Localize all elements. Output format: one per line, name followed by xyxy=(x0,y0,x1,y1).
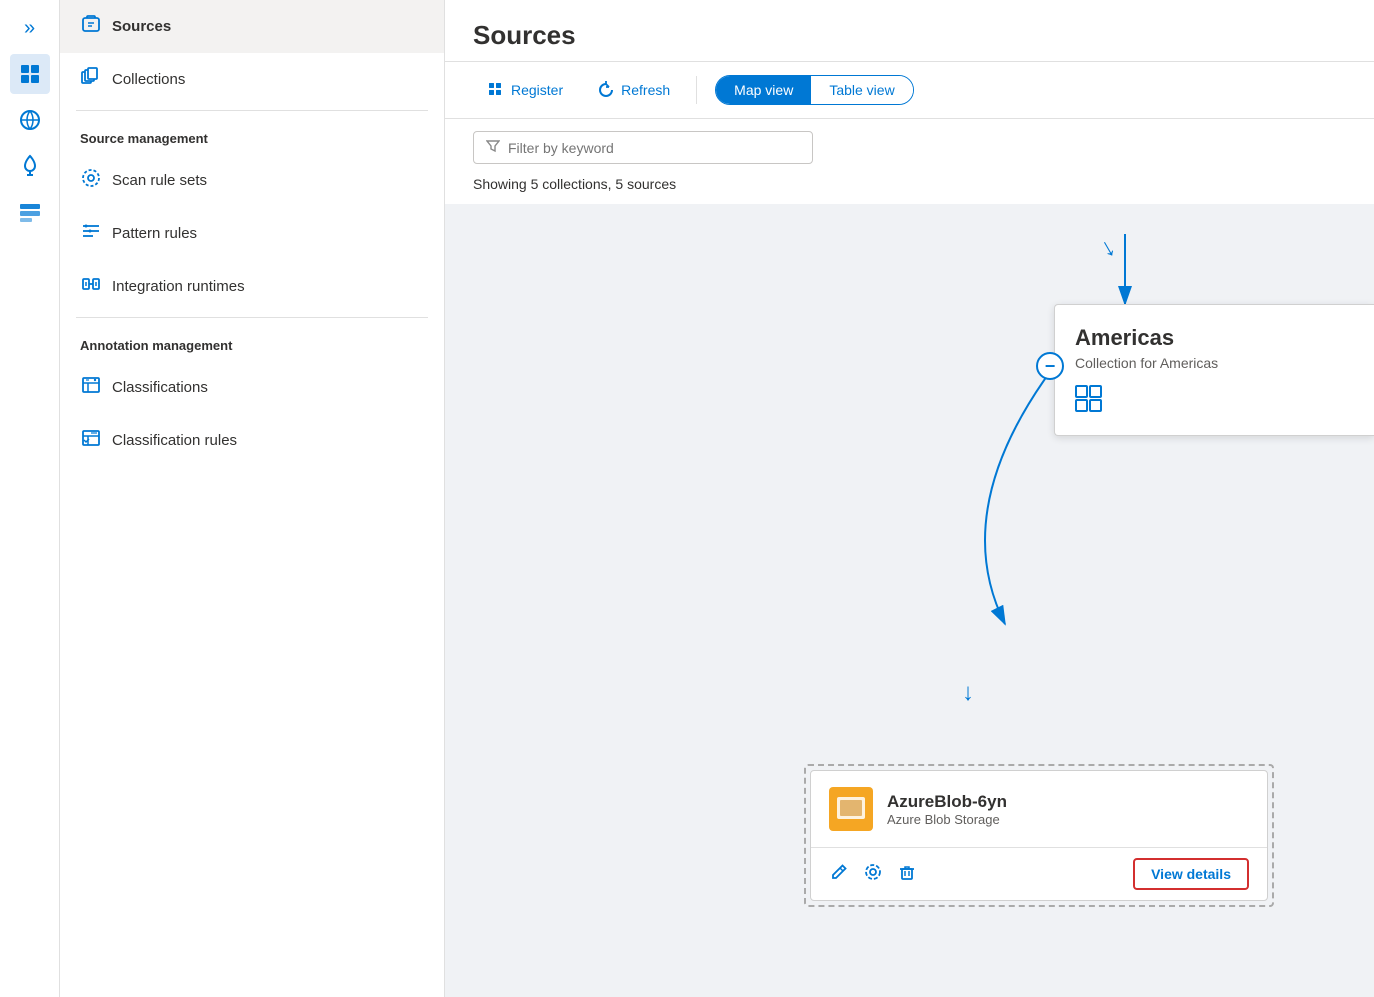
blob-card-type: Azure Blob Storage xyxy=(887,812,1007,827)
filter-row xyxy=(445,119,1374,172)
main-header: Sources xyxy=(445,0,1374,62)
classifications-icon xyxy=(80,375,102,400)
refresh-button[interactable]: Refresh xyxy=(583,74,684,106)
blob-card-actions: View details xyxy=(811,848,1267,900)
blob-card-info: AzureBlob-6yn Azure Blob Storage xyxy=(887,792,1007,827)
left-nav: Sources Collections Source management Sc… xyxy=(60,0,445,997)
nav-collections-label: Collections xyxy=(112,71,185,88)
main-content: Sources Register Refresh Map view xyxy=(445,0,1374,997)
americas-card: Americas Collection for Americas xyxy=(1054,304,1374,436)
connector-arrow-bottom: ↓ xyxy=(962,679,974,707)
nav-classifications-label: Classifications xyxy=(112,379,208,396)
showing-text: Showing 5 collections, 5 sources xyxy=(445,172,1374,204)
filter-input[interactable] xyxy=(508,140,800,156)
data-map-icon-item[interactable] xyxy=(10,100,50,140)
nav-classification-rules[interactable]: Classification rules xyxy=(60,414,444,467)
map-area: ↓ Americas Collection for Americas − ↓ xyxy=(445,204,1374,997)
register-icon xyxy=(487,81,505,99)
collections-icon xyxy=(80,67,102,92)
refresh-icon xyxy=(597,81,615,99)
annotation-management-label: Annotation management xyxy=(60,322,444,361)
register-button[interactable]: Register xyxy=(473,74,577,106)
insights-icon xyxy=(18,154,42,178)
nav-integration-runtimes[interactable]: Integration runtimes xyxy=(60,260,444,313)
insights-icon-item[interactable] xyxy=(10,146,50,186)
catalog-icon xyxy=(18,62,42,86)
blob-card-dashed: AzureBlob-6yn Azure Blob Storage xyxy=(804,764,1274,907)
nav-divider-1 xyxy=(76,110,428,111)
scan-icon[interactable] xyxy=(863,862,883,887)
nav-scan-rule-sets[interactable]: Scan rule sets xyxy=(60,154,444,207)
blob-card-top: AzureBlob-6yn Azure Blob Storage xyxy=(811,771,1267,848)
page-title: Sources xyxy=(473,20,1346,51)
nav-scan-rule-sets-label: Scan rule sets xyxy=(112,172,207,189)
blob-card-name: AzureBlob-6yn xyxy=(887,792,1007,812)
toolbar-divider xyxy=(696,76,697,104)
table-view-button[interactable]: Table view xyxy=(811,76,912,104)
source-management-label: Source management xyxy=(60,115,444,154)
management-icon-item[interactable] xyxy=(10,192,50,232)
classification-rules-icon xyxy=(80,428,102,453)
blob-card-wrap: AzureBlob-6yn Azure Blob Storage xyxy=(804,764,1274,907)
data-map-icon xyxy=(18,108,42,132)
table-view-label: Table view xyxy=(829,82,894,98)
nav-pattern-rules-label: Pattern rules xyxy=(112,225,197,242)
nav-collections[interactable]: Collections xyxy=(60,53,444,106)
edit-icon[interactable] xyxy=(829,862,849,887)
nav-divider-2 xyxy=(76,317,428,318)
filter-input-wrap[interactable] xyxy=(473,131,813,164)
map-view-label: Map view xyxy=(734,82,793,98)
connector-arrow-top: ↓ xyxy=(1094,231,1121,264)
americas-title: Americas xyxy=(1075,325,1354,351)
scan-rule-sets-icon xyxy=(80,168,102,193)
americas-subtitle: Collection for Americas xyxy=(1075,355,1354,371)
sources-icon xyxy=(80,14,102,39)
view-details-label: View details xyxy=(1151,866,1231,882)
nav-sources[interactable]: Sources xyxy=(60,0,444,53)
toolbar: Register Refresh Map view Table view xyxy=(445,62,1374,119)
icon-bar: » xyxy=(0,0,60,997)
view-details-button[interactable]: View details xyxy=(1133,858,1249,890)
blob-storage-icon xyxy=(829,787,873,831)
map-view-button[interactable]: Map view xyxy=(716,76,811,104)
nav-classification-rules-label: Classification rules xyxy=(112,432,237,449)
catalog-icon-item[interactable] xyxy=(10,54,50,94)
nav-sources-label: Sources xyxy=(112,18,171,35)
nav-pattern-rules[interactable]: Pattern rules xyxy=(60,207,444,260)
collapse-button[interactable]: − xyxy=(1036,352,1064,380)
nav-classifications[interactable]: Classifications xyxy=(60,361,444,414)
collapse-nav-button[interactable]: » xyxy=(10,8,50,48)
refresh-label: Refresh xyxy=(621,82,670,98)
americas-card-grid-icon xyxy=(1075,385,1354,419)
filter-icon xyxy=(486,139,500,156)
chevron-icon: » xyxy=(24,17,35,40)
integration-runtimes-icon xyxy=(80,274,102,299)
view-toggle: Map view Table view xyxy=(715,75,914,105)
management-icon xyxy=(18,200,42,224)
delete-icon[interactable] xyxy=(897,862,917,887)
blob-card: AzureBlob-6yn Azure Blob Storage xyxy=(810,770,1268,901)
pattern-rules-icon xyxy=(80,221,102,246)
register-label: Register xyxy=(511,82,563,98)
nav-integration-runtimes-label: Integration runtimes xyxy=(112,278,245,295)
